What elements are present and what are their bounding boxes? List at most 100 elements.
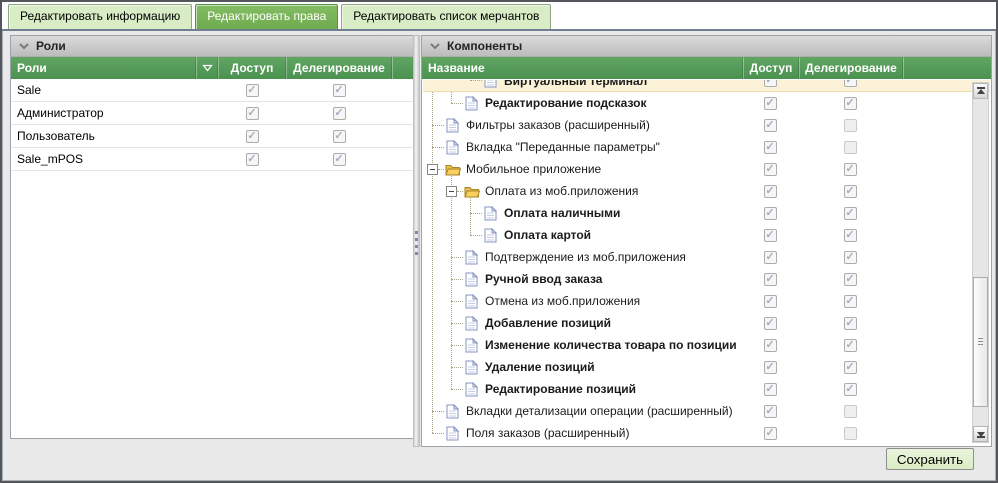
access-checkbox[interactable] bbox=[764, 97, 777, 110]
access-checkbox[interactable] bbox=[764, 185, 777, 198]
tab-3[interactable]: Редактировать список мерчантов bbox=[341, 4, 551, 29]
collapse-chevron-icon[interactable] bbox=[19, 43, 29, 50]
delegation-checkbox[interactable] bbox=[844, 251, 857, 264]
delegation-checkbox[interactable] bbox=[844, 339, 857, 352]
delegation-checkbox[interactable] bbox=[844, 229, 857, 242]
delegation-checkbox[interactable] bbox=[844, 295, 857, 308]
role-row[interactable]: Пользователь bbox=[11, 125, 413, 148]
access-checkbox[interactable] bbox=[764, 295, 777, 308]
delegation-checkbox[interactable] bbox=[844, 361, 857, 374]
collapse-chevron-icon[interactable] bbox=[430, 43, 440, 50]
scrollbar-thumb[interactable] bbox=[973, 277, 988, 407]
access-checkbox[interactable] bbox=[764, 80, 777, 87]
folder-icon bbox=[463, 185, 480, 198]
tree-connector bbox=[432, 433, 444, 434]
delegation-checkbox[interactable] bbox=[333, 107, 346, 120]
components-delegation-column-header[interactable]: Делегирование bbox=[799, 57, 903, 79]
access-checkbox[interactable] bbox=[764, 251, 777, 264]
roles-delegation-column-header[interactable]: Делегирование bbox=[286, 57, 392, 79]
save-button[interactable]: Сохранить bbox=[886, 448, 974, 470]
window-frame: Редактировать информациюРедактировать пр… bbox=[0, 0, 998, 483]
tree-row[interactable]: Фильтры заказов (расширенный) bbox=[423, 114, 990, 136]
access-checkbox[interactable] bbox=[764, 119, 777, 132]
delegation-checkbox[interactable] bbox=[333, 84, 346, 97]
panel-splitter[interactable] bbox=[413, 35, 420, 447]
access-checkbox[interactable] bbox=[764, 405, 777, 418]
access-checkbox[interactable] bbox=[764, 339, 777, 352]
tree-node-label: Ручной ввод заказа bbox=[480, 272, 602, 286]
tree-row[interactable]: Виртуальный терминал bbox=[423, 80, 990, 92]
tree-row[interactable]: Редактирование подсказок bbox=[423, 92, 990, 114]
access-checkbox[interactable] bbox=[764, 273, 777, 286]
tree-row[interactable]: Оплата из моб.приложения bbox=[423, 180, 990, 202]
access-checkbox[interactable] bbox=[246, 153, 259, 166]
tree-row[interactable]: Вкладки детализации операции (расширенны… bbox=[423, 400, 990, 422]
delegation-checkbox[interactable] bbox=[844, 383, 857, 396]
roles-grid-header: Роли Доступ Делегирование bbox=[11, 57, 413, 79]
tree-row[interactable]: Редактирование позиций bbox=[423, 378, 990, 400]
roles-name-column-header[interactable]: Роли bbox=[11, 57, 196, 79]
delegation-checkbox[interactable] bbox=[844, 273, 857, 286]
document-icon bbox=[482, 80, 499, 88]
scroll-down-button[interactable] bbox=[973, 426, 988, 442]
tab-1[interactable]: Редактировать информацию bbox=[8, 4, 192, 29]
roles-access-column-header[interactable]: Доступ bbox=[218, 57, 286, 79]
tree-row[interactable]: Подтверждение из моб.приложения bbox=[423, 246, 990, 268]
delegation-checkbox[interactable] bbox=[844, 317, 857, 330]
tree-row[interactable]: Поля заказов (расширенный) bbox=[423, 422, 990, 444]
roles-panel-title: Роли bbox=[36, 39, 66, 53]
access-checkbox[interactable] bbox=[246, 130, 259, 143]
delegation-checkbox[interactable] bbox=[844, 405, 857, 418]
collapse-minus-icon[interactable] bbox=[446, 186, 457, 197]
delegation-checkbox[interactable] bbox=[844, 185, 857, 198]
collapse-minus-icon[interactable] bbox=[427, 164, 438, 175]
document-icon bbox=[482, 228, 499, 243]
tree-row[interactable]: Вкладка "Переданные параметры" bbox=[423, 136, 990, 158]
vertical-scrollbar[interactable] bbox=[972, 82, 989, 443]
tree-row[interactable]: Оплата картой bbox=[423, 224, 990, 246]
access-checkbox[interactable] bbox=[246, 84, 259, 97]
tree-node: Добавление позиций bbox=[423, 312, 742, 334]
delegation-checkbox[interactable] bbox=[844, 141, 857, 154]
tree-node: Отмена из моб.приложения bbox=[423, 290, 742, 312]
role-row[interactable]: Администратор bbox=[11, 102, 413, 125]
filter-icon[interactable] bbox=[196, 57, 218, 79]
tree-node-label: Виртуальный терминал bbox=[499, 80, 647, 88]
access-checkbox[interactable] bbox=[764, 317, 777, 330]
access-checkbox[interactable] bbox=[764, 383, 777, 396]
delegation-checkbox[interactable] bbox=[844, 427, 857, 440]
scroll-up-button[interactable] bbox=[973, 83, 988, 99]
access-checkbox[interactable] bbox=[764, 207, 777, 220]
access-checkbox[interactable] bbox=[764, 141, 777, 154]
tree-row[interactable]: Изменение количества товара по позиции bbox=[423, 334, 990, 356]
access-checkbox[interactable] bbox=[764, 427, 777, 440]
tree-row[interactable]: Ручной ввод заказа bbox=[423, 268, 990, 290]
role-row[interactable]: Sale_mPOS bbox=[11, 148, 413, 171]
role-row[interactable]: Sale bbox=[11, 79, 413, 102]
access-checkbox[interactable] bbox=[246, 107, 259, 120]
delegation-checkbox[interactable] bbox=[333, 153, 346, 166]
tree-row[interactable]: Мобильное приложение bbox=[423, 158, 990, 180]
tree-row[interactable]: Оплата наличными bbox=[423, 202, 990, 224]
delegation-checkbox[interactable] bbox=[844, 80, 857, 87]
tree-connector bbox=[451, 323, 463, 324]
document-icon bbox=[463, 338, 480, 353]
tree-connector bbox=[451, 389, 463, 390]
delegation-checkbox[interactable] bbox=[844, 163, 857, 176]
components-name-column-header[interactable]: Название bbox=[422, 57, 743, 79]
delegation-checkbox[interactable] bbox=[844, 97, 857, 110]
delegation-checkbox[interactable] bbox=[844, 207, 857, 220]
tab-2[interactable]: Редактировать права bbox=[195, 4, 338, 29]
delegation-checkbox[interactable] bbox=[844, 119, 857, 132]
access-checkbox[interactable] bbox=[764, 361, 777, 374]
tree-row[interactable]: Добавление позиций bbox=[423, 312, 990, 334]
access-checkbox[interactable] bbox=[764, 163, 777, 176]
tree-row[interactable]: Удаление позиций bbox=[423, 356, 990, 378]
tree-node-label: Оплата наличными bbox=[499, 206, 620, 220]
delegation-checkbox[interactable] bbox=[333, 130, 346, 143]
tree-node-label: Фильтры заказов (расширенный) bbox=[461, 118, 650, 132]
tree-row[interactable]: Отмена из моб.приложения bbox=[423, 290, 990, 312]
components-access-column-header[interactable]: Доступ bbox=[743, 57, 799, 79]
role-name: Sale_mPOS bbox=[11, 152, 196, 166]
access-checkbox[interactable] bbox=[764, 229, 777, 242]
